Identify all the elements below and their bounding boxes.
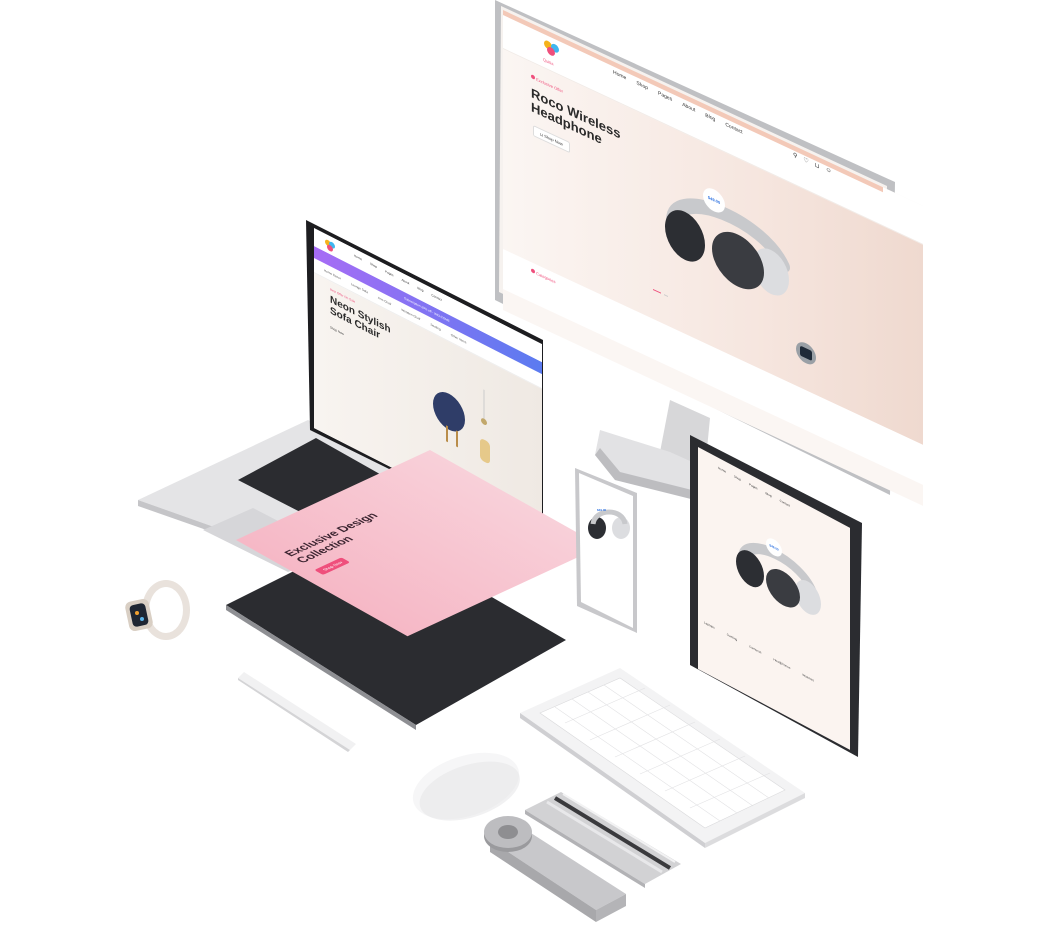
monitor: Quitia Home Shop Pages About Blog Contac… — [495, 0, 923, 506]
laptop-nav-shop[interactable]: Shop — [370, 262, 377, 270]
laptop-nav-home[interactable]: Home — [354, 253, 362, 261]
filter-arm-chair[interactable]: Arm Chair — [378, 296, 392, 307]
tablet-category-laptops[interactable]: Laptops — [704, 620, 715, 630]
nav-item-blog[interactable]: Blog — [705, 112, 715, 123]
tablet-headphone-image — [736, 542, 821, 615]
phone-frame — [575, 468, 637, 633]
laptop-nav-blog[interactable]: Blog — [417, 286, 423, 293]
tablet-category-gaming[interactable]: Gaming — [727, 632, 738, 642]
laptop-nav-about[interactable]: About — [402, 278, 410, 286]
filter-seating[interactable]: Seating — [431, 322, 441, 331]
smartwatch-image — [796, 342, 816, 365]
phone: $49.00 — [575, 468, 640, 633]
cart-icon[interactable]: ⊔ — [815, 161, 820, 170]
tablet-nav-shop[interactable]: Shop — [734, 474, 741, 482]
laptop-logo-icon[interactable] — [324, 236, 336, 254]
smartwatch — [125, 580, 190, 640]
tablet-category-cameras[interactable]: Cameras — [749, 644, 761, 654]
tablet-flat-shop-now-button[interactable]: Shop Now — [314, 557, 351, 575]
laptop-nav-contact[interactable]: Contact — [431, 293, 441, 302]
laptop-shop-now-button[interactable]: Shop Now — [330, 325, 344, 336]
stylus-pencil — [238, 672, 356, 752]
headphone-image — [665, 198, 790, 296]
tablet-nav-blog[interactable]: Blog — [766, 491, 772, 498]
phone-price-tag: $49.00 — [597, 508, 607, 512]
shop-now-label: Shop Now — [544, 133, 563, 147]
desk-ruler — [484, 816, 626, 922]
laptop-nav-pages[interactable]: Pages — [385, 269, 394, 277]
tablet-nav-home[interactable]: Home — [718, 466, 726, 474]
badge-dot-icon — [531, 74, 535, 80]
tablet-nav-contact[interactable]: Contact — [780, 498, 790, 507]
slider-dot[interactable] — [664, 294, 668, 297]
search-icon[interactable]: ⚲ — [793, 151, 797, 160]
tablet-nav-pages[interactable]: Pages — [749, 482, 758, 491]
slider-dots[interactable] — [653, 288, 668, 297]
cart-small-icon: ⊔ — [540, 131, 544, 138]
tablet-flat-hero-title: Exclusive Design Collection — [282, 511, 393, 565]
filter-other-items[interactable]: Other Items — [451, 333, 467, 345]
slider-dot-active[interactable] — [653, 288, 661, 294]
phone-headphone-image — [588, 509, 630, 539]
